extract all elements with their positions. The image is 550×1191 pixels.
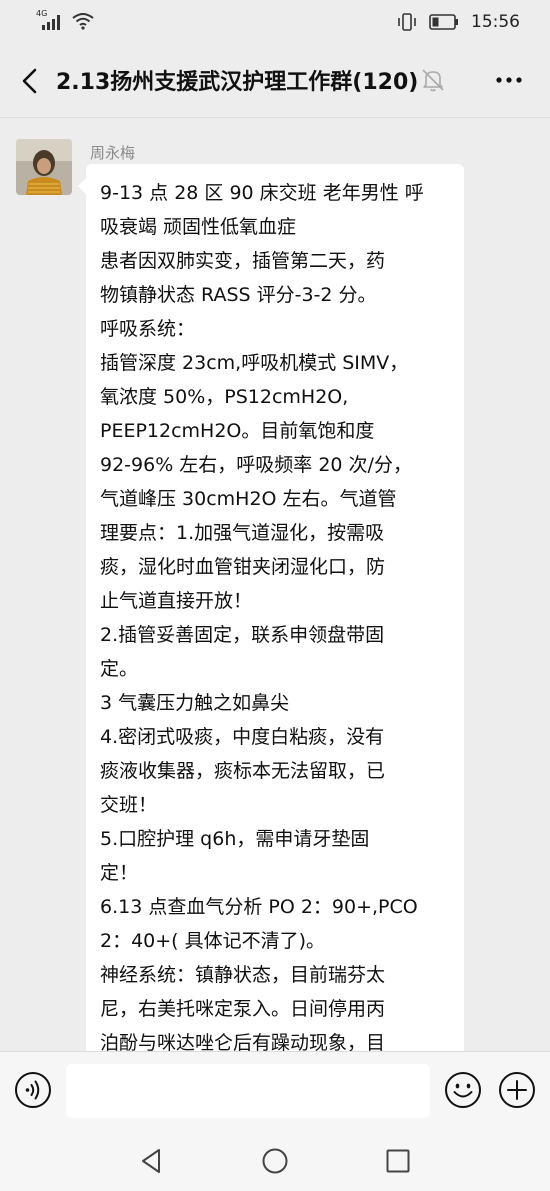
avatar[interactable] bbox=[16, 139, 72, 195]
chat-header: 2.13扬州支援武汉护理工作群(120) bbox=[0, 46, 550, 118]
message-line: 4.密闭式吸痰，中度白粘痰，没有 bbox=[100, 726, 385, 748]
emoji-icon[interactable] bbox=[444, 1071, 482, 1109]
chat-title: 2.13扬州支援武汉护理工作群(120) bbox=[56, 70, 419, 95]
message-line: PEEP12cmH2O。目前氧饱和度 bbox=[100, 420, 375, 442]
message-line: 吸衰竭 顽固性低氧血症 bbox=[100, 216, 297, 238]
status-time: 15:56 bbox=[471, 12, 520, 32]
message-line: 6.13 点查血气分析 PO 2：90+,PCO bbox=[100, 896, 418, 918]
mute-bell-icon bbox=[422, 69, 444, 92]
chat-area[interactable]: 周永梅 9-13 点 28 区 90 床交班 老年男性 呼 吸衰竭 顽固性低氧血… bbox=[0, 119, 550, 1051]
message-line: 定。 bbox=[100, 658, 139, 680]
message-line: 92-96% 左右，呼吸频率 20 次/分， bbox=[100, 454, 412, 476]
message-line: 痰，湿化时血管钳夹闭湿化口，防 bbox=[100, 556, 386, 578]
plus-icon[interactable] bbox=[498, 1071, 536, 1109]
status-right: 15:56 bbox=[397, 12, 520, 32]
system-nav-bar bbox=[0, 1131, 550, 1191]
signal-icon: 4G bbox=[36, 9, 60, 30]
message-line: 止气道直接开放！ bbox=[100, 590, 253, 612]
message-line: 插管深度 23cm,呼吸机模式 SIMV， bbox=[100, 352, 409, 374]
message-line: 交班！ bbox=[100, 794, 158, 816]
status-left: 4G bbox=[36, 9, 94, 30]
sender-name: 周永梅 bbox=[90, 144, 136, 162]
wifi-icon bbox=[72, 13, 94, 30]
message-line: 物镇静状态 RASS 评分-3-2 分。 bbox=[100, 284, 377, 306]
message-line: 气道峰压 30cmH2O 左右。气道管 bbox=[100, 488, 397, 510]
status-bar: 4G 15:56 bbox=[0, 0, 550, 46]
message-line: 2：40+( 具体记不清了)。 bbox=[100, 930, 326, 952]
message-line: 痰液收集器，痰标本无法留取，已 bbox=[100, 760, 386, 782]
nav-back-icon[interactable] bbox=[138, 1147, 166, 1175]
voice-icon[interactable] bbox=[14, 1071, 52, 1109]
input-bar bbox=[0, 1051, 550, 1131]
message-line: 5.口腔护理 q6h，需申请牙垫固 bbox=[100, 828, 370, 850]
message-input[interactable] bbox=[66, 1064, 430, 1118]
message-line: 氧浓度 50%，PS12cmH2O, bbox=[100, 386, 349, 408]
message-line: 9-13 点 28 区 90 床交班 老年男性 呼 bbox=[100, 182, 424, 204]
message-line: 泊酚与咪达唑仑后有躁动现象，目 bbox=[100, 1032, 386, 1051]
nav-home-icon[interactable] bbox=[261, 1147, 289, 1175]
message-bubble[interactable]: 9-13 点 28 区 90 床交班 老年男性 呼 吸衰竭 顽固性低氧血症 患者… bbox=[78, 164, 464, 1051]
vibrate-icon bbox=[398, 13, 416, 31]
nav-recents-icon[interactable] bbox=[384, 1147, 412, 1175]
battery-icon bbox=[429, 14, 458, 30]
message-line: 理要点：1.加强气道湿化，按需吸 bbox=[100, 522, 385, 544]
more-icon[interactable] bbox=[494, 68, 524, 92]
message-line: 患者因双肺实变，插管第二天，药 bbox=[100, 250, 386, 272]
message-line: 尼，右美托咪定泵入。日间停用丙 bbox=[100, 998, 386, 1020]
message-line: 定！ bbox=[100, 862, 139, 884]
message-line: 3 气囊压力触之如鼻尖 bbox=[100, 692, 290, 714]
message-line: 2.插管妥善固定，联系申领盘带固 bbox=[100, 624, 385, 646]
message-line: 神经系统：镇静状态，目前瑞芬太 bbox=[100, 964, 386, 986]
message-line: 呼吸系统： bbox=[100, 318, 196, 340]
back-icon[interactable] bbox=[14, 64, 48, 98]
